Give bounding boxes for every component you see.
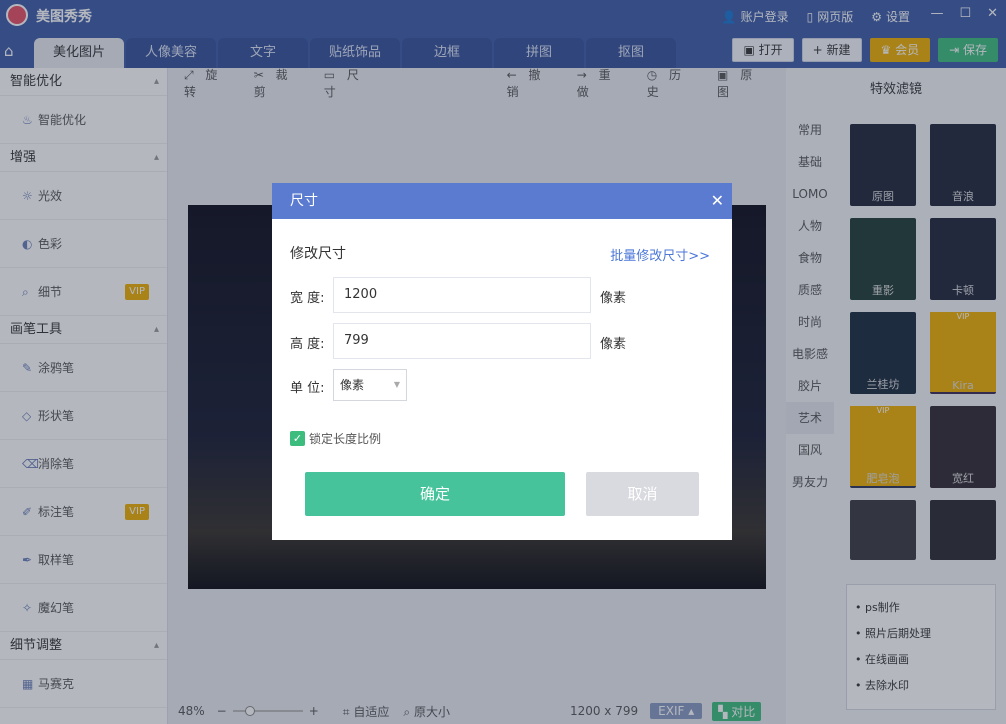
height-unit: 像素 [600, 337, 627, 352]
lock-ratio-label: 锁定长度比例 [309, 432, 382, 446]
width-unit: 像素 [600, 291, 627, 306]
lock-ratio-checkbox[interactable]: ✓ 锁定长度比例 [290, 430, 381, 447]
height-row: 高 度: 799 像素 [290, 323, 710, 359]
dialog-title: 尺寸 [290, 193, 318, 209]
resize-dialog: 尺寸 ✕ 修改尺寸 批量修改尺寸>> 宽 度: 1200 像素 高 度: 799… [272, 183, 732, 540]
unit-label: 单 位: [290, 381, 325, 396]
height-label: 高 度: [290, 337, 325, 352]
height-input[interactable]: 799 [333, 323, 591, 359]
checkmark-icon: ✓ [290, 431, 305, 446]
close-icon[interactable]: ✕ [711, 183, 724, 219]
dialog-subtitle: 修改尺寸 [290, 246, 346, 262]
confirm-button[interactable]: 确定 [305, 472, 565, 516]
width-row: 宽 度: 1200 像素 [290, 277, 710, 313]
unit-row: 单 位: 像素 [290, 369, 710, 405]
batch-resize-link[interactable]: 批量修改尺寸>> [610, 245, 710, 264]
width-label: 宽 度: [290, 291, 325, 306]
width-input[interactable]: 1200 [333, 277, 591, 313]
unit-select[interactable]: 像素 [333, 369, 407, 401]
dialog-header: 尺寸 ✕ [272, 183, 732, 219]
cancel-button[interactable]: 取消 [586, 472, 699, 516]
